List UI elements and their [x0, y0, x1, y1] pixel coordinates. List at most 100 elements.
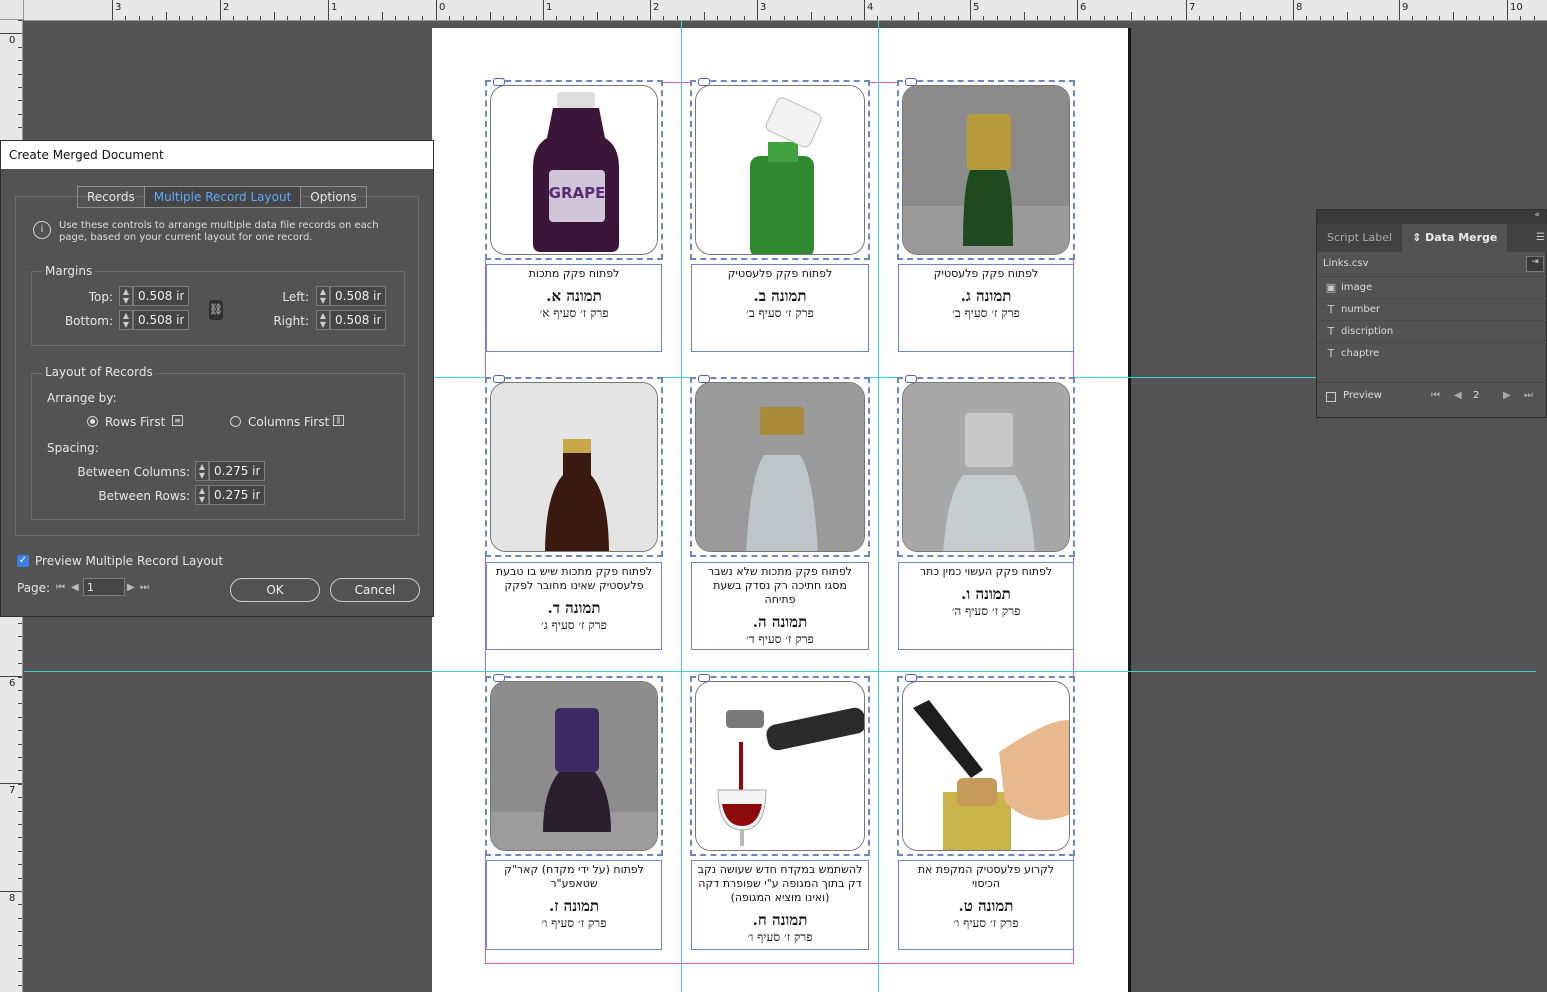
- last-page-icon[interactable]: ⏭: [140, 582, 149, 593]
- photo-clear-bottle-gold-cap: [695, 382, 865, 552]
- text-frame[interactable]: לפתוח פקק מתכות שלא נשבר מסגו חתיכה רק נ…: [691, 562, 869, 650]
- ruler-tick-label: 5: [973, 2, 980, 13]
- ruler-subtick: [1090, 16, 1092, 20]
- between-columns-field[interactable]: ▲ ▼: [195, 461, 265, 481]
- ruler-subtick: [18, 20, 22, 21]
- ruler-subtick: [1492, 16, 1494, 20]
- text-frame[interactable]: לפתוח (על ידי מקדח) קאר"ק שטאפע"ר תמונה ז…: [486, 860, 662, 950]
- text-frame[interactable]: לפתוח פקק פלעסטיק תמונה ג. פרק ז׳ סעיף ב׳: [898, 264, 1074, 352]
- stepper-icon[interactable]: ▲ ▼: [195, 461, 209, 481]
- ruler-tick-label: 4: [867, 2, 874, 13]
- ruler-tick: [864, 0, 865, 20]
- next-record-icon[interactable]: ▶: [1503, 390, 1511, 401]
- image-frame[interactable]: [897, 375, 1075, 557]
- first-record-icon[interactable]: ⏮: [1431, 390, 1440, 401]
- next-page-icon[interactable]: ▶: [127, 582, 135, 593]
- text-frame[interactable]: לקרוע פלעסטיק המקפת את הכיסוי תמונה ט. פרק…: [898, 860, 1074, 950]
- columns-first-radio[interactable]: [230, 416, 241, 427]
- tab-multiple-record-layout[interactable]: Multiple Record Layout: [143, 186, 302, 208]
- image-frame[interactable]: [690, 78, 870, 260]
- collapse-panel-icon[interactable]: «: [1534, 210, 1540, 220]
- ruler-subtick: [730, 16, 732, 20]
- row-guide[interactable]: [24, 671, 1536, 672]
- tab-data-merge[interactable]: ⇕ Data Merge: [1402, 224, 1508, 252]
- ruler-subtick: [610, 16, 611, 20]
- ruler-subtick: [421, 16, 423, 20]
- ruler-subtick: [300, 16, 302, 20]
- text-frame[interactable]: לפתוח פקק מתכות שיש בו טבעת פלעסטיק שאינ…: [486, 562, 662, 650]
- image-frame[interactable]: GRAPE: [485, 78, 663, 260]
- chapter-reference: פרק ז׳ סעיף ו׳: [953, 916, 1019, 930]
- chapter-reference: פרק ז׳ סעיף ד׳: [746, 632, 814, 646]
- tab-script-label[interactable]: Script Label: [1317, 224, 1402, 252]
- first-page-icon[interactable]: ⏮: [56, 582, 65, 593]
- record-number[interactable]: 2: [1473, 390, 1479, 401]
- field-row[interactable]: ▣ image: [1317, 276, 1547, 299]
- image-frame[interactable]: [897, 674, 1075, 856]
- stepper-icon[interactable]: ▲ ▼: [119, 310, 133, 330]
- left-margin-input[interactable]: [330, 286, 386, 306]
- bottom-margin-field[interactable]: ▲ ▼: [119, 310, 189, 330]
- field-row[interactable]: Tdiscription: [1317, 320, 1547, 343]
- image-frame[interactable]: [690, 674, 870, 856]
- between-rows-input[interactable]: [209, 485, 265, 505]
- text-frame[interactable]: לפתוח פקק פלעסטיק תמונה ב. פרק ז׳ סעיף ב׳: [691, 264, 869, 352]
- ruler-subtick: [957, 16, 959, 20]
- column-guide[interactable]: [681, 20, 682, 992]
- left-margin-field[interactable]: ▲ ▼: [316, 286, 386, 306]
- text-frame[interactable]: לפתוח פקק העשוי כמין כתר תמונה ו. פרק ז׳ ס…: [898, 562, 1074, 650]
- image-frame[interactable]: [485, 375, 663, 557]
- stepper-icon[interactable]: ▲ ▼: [316, 286, 330, 306]
- sort-icon: ⇕: [1412, 231, 1426, 244]
- text-frame[interactable]: להשתמש במקדח חדש שעושה נקב דק בתוך המגופ…: [691, 860, 869, 950]
- stepper-icon[interactable]: ▲ ▼: [195, 485, 209, 505]
- ruler-subtick: [18, 931, 22, 933]
- stepper-icon[interactable]: ▲ ▼: [316, 310, 330, 330]
- between-columns-input[interactable]: [209, 461, 265, 481]
- top-margin-input[interactable]: [133, 286, 189, 306]
- description-text: לפתוח פקק מתכות: [528, 267, 620, 280]
- rows-first-radio[interactable]: [87, 416, 98, 427]
- tab-options[interactable]: Options: [300, 186, 367, 208]
- column-guide[interactable]: [878, 20, 879, 992]
- field-row[interactable]: Tnumber: [1317, 298, 1547, 321]
- dialog-title[interactable]: Create Merged Document: [1, 141, 433, 169]
- cancel-button[interactable]: Cancel: [330, 578, 420, 602]
- text-field-icon: T: [1327, 325, 1335, 338]
- text-frame[interactable]: לפתוח פקק מתכות תמונה א. פרק ז׳ סעיף א׳: [486, 264, 662, 352]
- select-data-source-icon[interactable]: ⇥: [1526, 256, 1544, 272]
- horizontal-ruler[interactable]: 3 2 1 0 1 2 3 4 5 6 7 8 9 10: [24, 0, 1547, 21]
- panel-drag-bar[interactable]: «: [1317, 210, 1546, 224]
- figure-number: תמונה ג.: [960, 287, 1012, 305]
- ruler-subtick: [717, 16, 718, 20]
- preview-checkbox[interactable]: ✓: [17, 555, 29, 567]
- rows-first-label[interactable]: Rows First: [105, 415, 165, 429]
- right-margin-field[interactable]: ▲ ▼: [316, 310, 386, 330]
- bottom-margin-input[interactable]: [133, 310, 189, 330]
- columns-first-label[interactable]: Columns First: [248, 415, 329, 429]
- page-number-input[interactable]: [83, 578, 125, 596]
- ruler-subtick: [18, 623, 22, 624]
- previous-record-icon[interactable]: ◀: [1454, 390, 1462, 401]
- ruler-subtick: [125, 16, 127, 20]
- ruler-subtick: [246, 16, 248, 20]
- field-row[interactable]: Tchaptre: [1317, 342, 1547, 365]
- stepper-icon[interactable]: ▲ ▼: [119, 286, 133, 306]
- image-frame[interactable]: [485, 674, 663, 856]
- previous-page-icon[interactable]: ◀: [71, 582, 79, 593]
- between-rows-field[interactable]: ▲ ▼: [195, 485, 265, 505]
- preview-label[interactable]: Preview: [1343, 390, 1382, 401]
- preview-label[interactable]: Preview Multiple Record Layout: [35, 554, 223, 568]
- image-frame[interactable]: [897, 78, 1075, 260]
- ruler-subtick: [18, 716, 22, 718]
- right-margin-input[interactable]: [330, 310, 386, 330]
- preview-checkbox[interactable]: [1326, 392, 1336, 402]
- ruler-corner[interactable]: [0, 0, 24, 20]
- panel-menu-icon[interactable]: ☰: [1536, 232, 1545, 243]
- last-record-icon[interactable]: ⏭: [1524, 390, 1533, 401]
- image-frame[interactable]: [690, 375, 870, 557]
- ok-button[interactable]: OK: [230, 578, 320, 602]
- top-margin-field[interactable]: ▲ ▼: [119, 286, 189, 306]
- tab-records[interactable]: Records: [77, 186, 145, 208]
- link-margins-icon[interactable]: ⛓: [209, 300, 223, 320]
